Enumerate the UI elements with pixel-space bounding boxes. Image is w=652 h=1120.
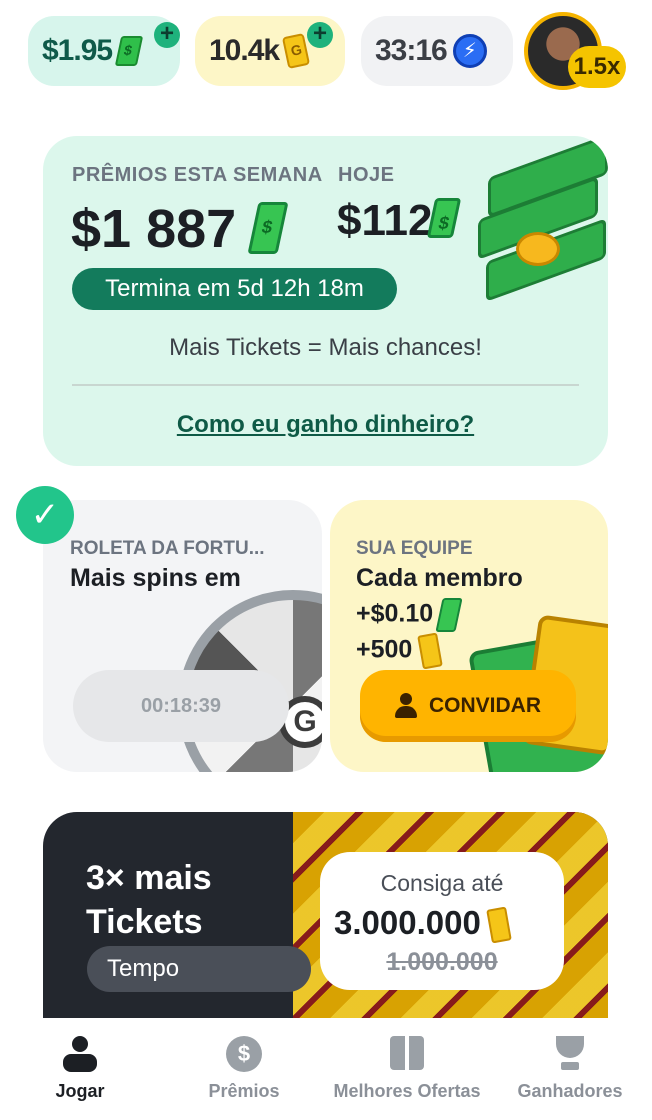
money-stack-illustration [478,136,608,326]
week-prizes-amount: $1 887 [71,199,237,259]
multiplier-badge: 1.5x [568,46,626,88]
nav-label-premios: Prêmios [208,1081,280,1101]
team-title: Cada membro [356,564,523,592]
nav-item-jogar[interactable]: Jogar [20,1018,140,1120]
promo-offer-box: Consiga até 3.000.000 1.000.000 [320,852,564,990]
invite-button-label: CONVIDAR [428,694,541,717]
team-cash-bonus: +$0.10 [356,599,434,628]
fortune-wheel-card[interactable]: G ROLETA DA FORTU... Mais spins em 00:18… [43,500,322,772]
team-cash-bonus-row: +$0.10 [356,598,463,632]
promo-old-amount: 1.000.000 [386,948,498,976]
dollar-bill-icon [247,202,289,254]
spin-timer: 00:18:39 [73,670,289,742]
team-ticket-bonus-row: +500 [356,632,444,670]
nav-label-melhores-ofertas: Melhores Ofertas [333,1081,481,1101]
tickets-promo-banner[interactable]: 3× mais Tickets Tempo Consiga até 3.000.… [43,812,608,1022]
today-label: HOJE [338,164,395,186]
energy-timer-value: 33:16 [375,34,448,67]
today-amount: $112 [337,196,433,245]
nav-label-jogar: Jogar [55,1081,105,1101]
user-plus-icon [394,693,421,719]
promo-title-line1: 3× mais [86,859,212,897]
promo-title-line2: Tickets [86,903,203,941]
gift-icon [390,1036,424,1070]
tickets-hint-text: Mais Tickets = Mais chances! [169,334,482,361]
team-card[interactable]: SUA EQUIPE Cada membro +$0.10 +500 CONVI… [330,500,608,772]
divider [72,384,579,386]
nav-label-ganhadores: Ganhadores [517,1081,623,1101]
team-label: SUA EQUIPE [356,538,473,559]
add-tickets-plus-icon[interactable]: + [307,22,333,48]
countdown-badge: Termina em 5d 12h 18m [72,268,397,310]
cash-balance-value: $1.95 [42,34,113,67]
bottom-navigation: Jogar $ Prêmios Melhores Ofertas Ganhado… [0,1018,652,1120]
joystick-icon [63,1036,97,1074]
energy-timer-pill[interactable]: 33:16 ⚡ [361,16,513,86]
promo-offer-label: Consiga até [380,870,504,896]
promo-title: 3× mais Tickets [86,856,212,944]
nav-item-ganhadores[interactable]: Ganhadores [508,1018,632,1120]
nav-item-premios[interactable]: $ Prêmios [184,1018,304,1120]
dollar-icon: $ [226,1036,262,1072]
dollar-bill-icon [435,598,463,632]
add-cash-plus-icon[interactable]: + [154,22,180,48]
lightning-bolt-icon: ⚡ [452,34,487,68]
cash-balance-pill[interactable]: $1.95 + [28,16,180,86]
tickets-balance-value: 10.4k [209,34,280,67]
weekly-prizes-card: PRÊMIOS ESTA SEMANA $1 887 HOJE $112 Ter… [43,136,608,466]
promo-offer-amount-value: 3.000.000 [334,904,481,941]
nav-item-melhores-ofertas[interactable]: Melhores Ofertas [326,1018,488,1120]
ticket-icon [486,906,512,944]
promo-offer-amount: 3.000.000 [334,904,512,944]
invite-button[interactable]: CONVIDAR [360,670,576,742]
checkmark-icon: ✓ [16,486,74,544]
ticket-icon [417,632,444,670]
fortune-wheel-label: ROLETA DA FORTU... [70,538,265,559]
week-prizes-label: PRÊMIOS ESTA SEMANA [72,164,323,186]
team-ticket-bonus: +500 [356,635,413,664]
tickets-balance-pill[interactable]: 10.4k + [195,16,345,86]
cash-bill-icon [114,36,144,66]
trophy-icon [553,1036,587,1072]
how-to-earn-link[interactable]: Como eu ganho dinheiro? [43,411,608,439]
promo-time-pill: Tempo [87,946,311,992]
fortune-wheel-title: Mais spins em [70,564,241,592]
ticket-icon [281,33,311,69]
